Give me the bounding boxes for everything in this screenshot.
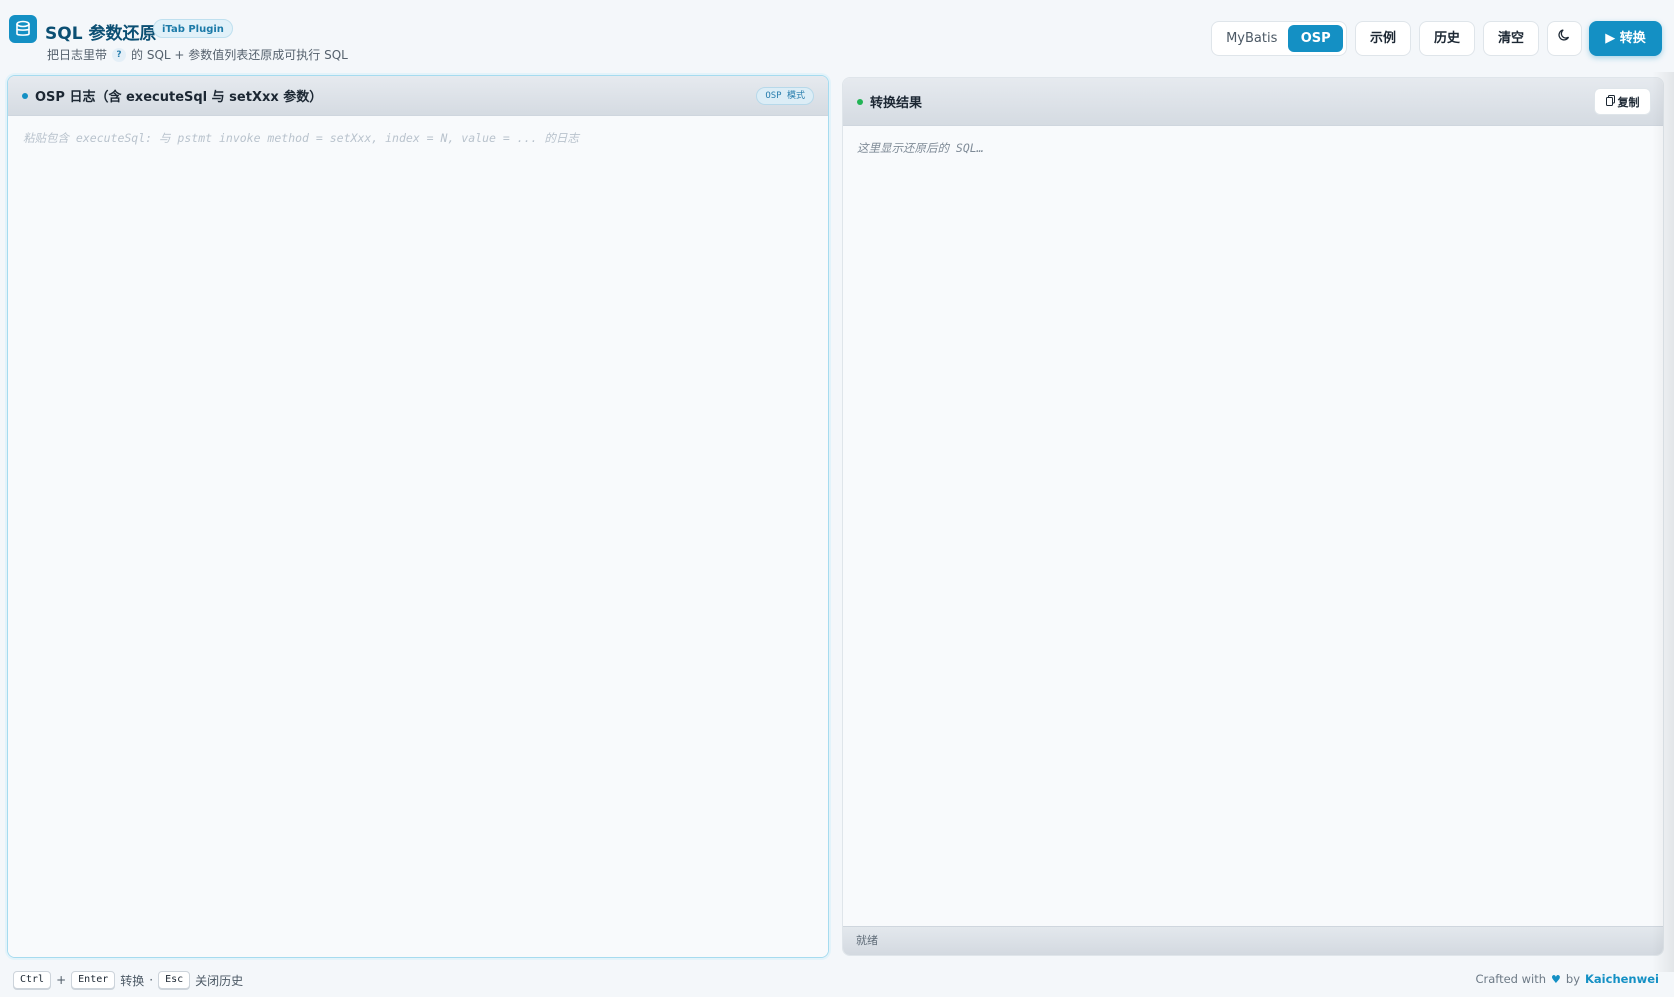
result-output[interactable]: 这里显示还原后的 SQL…: [843, 126, 1663, 926]
mode-mybatis-button[interactable]: MyBatis: [1215, 25, 1288, 52]
play-icon: ▶: [1605, 31, 1616, 46]
history-button[interactable]: 历史: [1419, 21, 1475, 56]
output-panel-title: 转换结果: [870, 96, 923, 111]
clear-button[interactable]: 清空: [1483, 21, 1539, 56]
convert-button-label: 转换: [1619, 31, 1646, 46]
mode-tag: OSP 模式: [756, 87, 814, 105]
output-panel-header: 转换结果 复制: [843, 78, 1663, 126]
subtitle-text-before: 把日志里带: [47, 48, 108, 62]
status-dot: [22, 92, 28, 99]
input-panel: OSP 日志（含 executeSql 与 setXxx 参数） OSP 模式: [7, 75, 829, 958]
status-dot: [857, 98, 863, 105]
enter-key: Enter: [71, 971, 116, 989]
page-title: SQL 参数还原: [45, 24, 157, 44]
mode-osp-button[interactable]: OSP: [1288, 25, 1343, 52]
copy-icon: [1605, 94, 1615, 109]
close-history-hint: 关闭历史: [195, 973, 244, 988]
convert-hint: 转换: [120, 973, 145, 988]
scroll-shadow: [1652, 72, 1674, 972]
log-input[interactable]: [8, 116, 828, 957]
credits: Crafted with ♥ by Kaichenwei: [1475, 972, 1659, 986]
input-panel-title: OSP 日志（含 executeSql 与 setXxx 参数）: [35, 90, 323, 105]
input-panel-header: OSP 日志（含 executeSql 与 setXxx 参数） OSP 模式: [8, 76, 828, 116]
theme-toggle-button[interactable]: [1547, 21, 1582, 56]
plus-sign: +: [56, 973, 67, 987]
author-link[interactable]: Kaichenwei: [1585, 972, 1659, 986]
esc-key: Esc: [158, 971, 191, 989]
copy-button[interactable]: 复制: [1594, 88, 1651, 115]
app-header: SQL 参数还原 iTab Plugin 把日志里带 ? 的 SQL + 参数值…: [0, 0, 1674, 72]
database-icon: [9, 15, 37, 43]
page-subtitle: 把日志里带 ? 的 SQL + 参数值列表还原成可执行 SQL: [47, 46, 348, 63]
mode-switch: MyBatis OSP: [1211, 21, 1347, 56]
by-text: by: [1565, 972, 1581, 986]
separator: ·: [149, 973, 154, 987]
convert-button[interactable]: ▶ 转换: [1589, 21, 1662, 56]
placeholder-mark: ?: [112, 47, 127, 62]
shortcut-hints: Ctrl + Enter 转换 · Esc 关闭历史: [13, 971, 243, 989]
ctrl-key: Ctrl: [13, 971, 52, 989]
plugin-badge: iTab Plugin: [153, 19, 233, 38]
status-bar: 就绪: [843, 926, 1663, 955]
heart-icon: ♥: [1551, 972, 1561, 986]
moon-icon: [1557, 22, 1572, 55]
example-button[interactable]: 示例: [1355, 21, 1411, 56]
copy-button-label: 复制: [1617, 95, 1640, 109]
crafted-text: Crafted with: [1475, 972, 1547, 986]
subtitle-text-after: 的 SQL + 参数值列表还原成可执行 SQL: [131, 48, 348, 62]
output-panel: 转换结果 复制 这里显示还原后的 SQL… 就绪: [842, 77, 1664, 956]
